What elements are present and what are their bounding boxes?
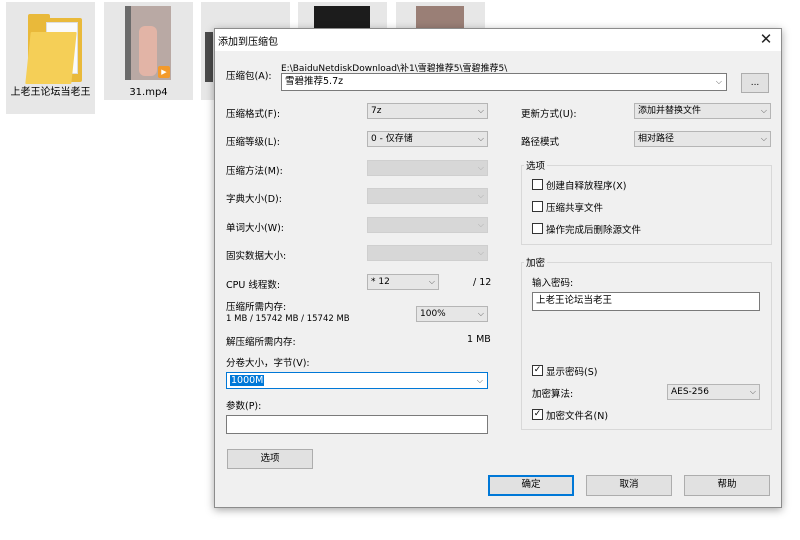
- cancel-button[interactable]: 取消: [586, 475, 672, 496]
- folder-tile[interactable]: 上老王论坛当老王: [6, 2, 95, 114]
- password-label: 输入密码:: [532, 278, 574, 289]
- cpu-threads-label: CPU 线程数:: [226, 280, 281, 291]
- chevron-down-icon: ⌵: [477, 191, 484, 200]
- dictionary-label: 字典大小(D):: [226, 194, 282, 205]
- chevron-down-icon[interactable]: ⌵: [477, 373, 483, 388]
- film-strip-icon: [205, 32, 213, 82]
- method-select[interactable]: ⌵: [367, 160, 488, 176]
- solid-size-label: 固实数据大小:: [226, 251, 287, 262]
- memory-compress-label: 压缩所需内存:: [226, 302, 287, 313]
- browse-button[interactable]: ...: [741, 73, 769, 93]
- chevron-down-icon: ⌵: [477, 309, 484, 318]
- memory-compress-value: 1 MB / 15742 MB / 15742 MB: [226, 314, 350, 324]
- video-thumbnail: [314, 6, 370, 30]
- parameters-input[interactable]: [226, 415, 488, 434]
- encrypt-filenames-checkbox[interactable]: ✓: [532, 409, 543, 420]
- chevron-down-icon: ⌵: [477, 220, 484, 229]
- cpu-total: / 12: [473, 277, 492, 288]
- encryption-method-label: 加密算法:: [532, 389, 574, 400]
- encryption-method-select[interactable]: AES-256 ⌵: [667, 384, 760, 400]
- encrypt-filenames-label: 加密文件名(N): [546, 411, 609, 422]
- path-mode-select[interactable]: 相对路径 ⌵: [634, 131, 771, 147]
- memory-decompress-value: 1 MB: [467, 334, 491, 345]
- volume-size-combobox[interactable]: 1000M ⌵: [226, 372, 488, 389]
- video-thumbnail: [416, 6, 464, 30]
- chevron-down-icon: ⌵: [477, 163, 484, 172]
- volume-size-label: 分卷大小，字节(V):: [226, 358, 310, 369]
- shared-files-checkbox[interactable]: [532, 201, 543, 212]
- archive-name-combobox[interactable]: 雪碧推荐5.7z ⌵: [281, 73, 727, 91]
- sfx-checkbox[interactable]: [532, 179, 543, 190]
- delete-after-label: 操作完成后删除源文件: [546, 225, 642, 236]
- chevron-down-icon: ⌵: [477, 106, 484, 115]
- memory-decompress-label: 解压缩所需内存:: [226, 337, 296, 348]
- chevron-down-icon: ⌵: [760, 106, 767, 115]
- add-to-archive-dialog: 添加到压缩包 ✕ 压缩包(A): E:\BaiduNetdiskDownload…: [214, 28, 782, 508]
- chevron-down-icon: ⌵: [760, 134, 767, 143]
- level-label: 压缩等级(L):: [226, 137, 280, 148]
- chevron-down-icon: ⌵: [477, 134, 484, 143]
- chevron-down-icon: ⌵: [428, 277, 435, 286]
- archive-label: 压缩包(A):: [226, 71, 272, 82]
- dictionary-select[interactable]: ⌵: [367, 188, 488, 204]
- sfx-label: 创建自释放程序(X): [546, 181, 627, 192]
- update-mode-label: 更新方式(U):: [521, 109, 577, 120]
- parameters-label: 参数(P):: [226, 401, 262, 412]
- solid-size-select[interactable]: ⌵: [367, 245, 488, 261]
- chevron-down-icon: ⌵: [477, 248, 484, 257]
- password-input[interactable]: 上老王论坛当老王: [532, 292, 760, 311]
- format-label: 压缩格式(F):: [226, 109, 281, 120]
- options-group-label: 选项: [524, 158, 548, 172]
- level-select[interactable]: 0 - 仅存储 ⌵: [367, 131, 488, 147]
- encryption-group-label: 加密: [524, 255, 548, 269]
- title-bar: 添加到压缩包 ✕: [215, 29, 781, 51]
- method-label: 压缩方法(M):: [226, 166, 283, 177]
- video-label: 31.mp4: [129, 87, 168, 98]
- update-mode-select[interactable]: 添加并替换文件 ⌵: [634, 103, 771, 119]
- folder-label: 上老王论坛当老王: [10, 87, 91, 98]
- show-password-label: 显示密码(S): [546, 367, 598, 378]
- close-icon[interactable]: ✕: [757, 31, 775, 49]
- word-size-label: 单词大小(W):: [226, 223, 285, 234]
- help-button[interactable]: 帮助: [684, 475, 770, 496]
- dialog-title: 添加到压缩包: [218, 37, 278, 48]
- options-button[interactable]: 选项: [227, 449, 313, 469]
- chevron-down-icon[interactable]: ⌵: [716, 74, 722, 90]
- chevron-down-icon: ⌵: [749, 387, 756, 396]
- format-select[interactable]: 7z ⌵: [367, 103, 488, 119]
- video-tile[interactable]: ▶ 31.mp4: [104, 2, 193, 100]
- shared-files-label: 压缩共享文件: [546, 203, 604, 214]
- memory-percent-select[interactable]: 100% ⌵: [416, 306, 488, 322]
- path-mode-label: 路径模式: [521, 137, 560, 148]
- play-icon: ▶: [158, 66, 170, 78]
- delete-after-checkbox[interactable]: [532, 223, 543, 234]
- cpu-threads-select[interactable]: * 12 ⌵: [367, 274, 439, 290]
- show-password-checkbox[interactable]: ✓: [532, 365, 543, 376]
- ok-button[interactable]: 确定: [488, 475, 574, 496]
- word-size-select[interactable]: ⌵: [367, 217, 488, 233]
